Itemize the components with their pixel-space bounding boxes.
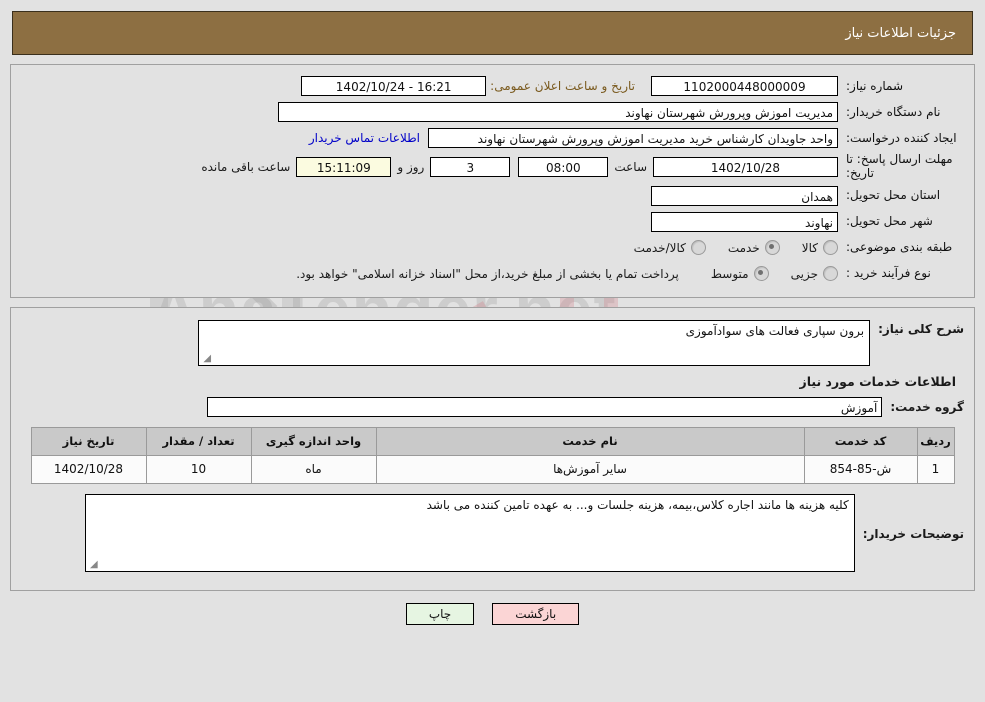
- back-button[interactable]: بازگشت: [492, 602, 580, 625]
- cell-need-date: 1402/10/28: [30, 454, 147, 484]
- th-unit: واحد اندازه گیری: [250, 426, 377, 456]
- hour-label: ساعت: [614, 159, 647, 174]
- requester-field[interactable]: واحد جاویدان کارشناس خرید مدیریت اموزش و…: [428, 128, 838, 148]
- service-group-label: گروه خدمت:: [890, 399, 964, 414]
- need-info-panel: شماره نیاز: 1102000448000009 تاریخ و ساع…: [10, 64, 975, 298]
- table-row: 1 ش-85-854 سایر آموزش‌ها ماه 10 1402/10/…: [30, 454, 955, 484]
- print-button[interactable]: چاپ: [405, 602, 475, 625]
- row-service-group: گروه خدمت: آموزش: [21, 396, 964, 417]
- row-need-number: شماره نیاز: 1102000448000009 تاریخ و ساع…: [21, 75, 964, 97]
- city-field[interactable]: نهاوند: [651, 211, 838, 232]
- deadline-date-field[interactable]: 1402/10/28: [653, 156, 838, 177]
- page-root: جزئیات اطلاعات نیاز شماره نیاز: 11020004…: [0, 11, 985, 625]
- buyer-notes-label: توضیحات خریدار:: [862, 526, 964, 541]
- general-description-label: شرح کلی نیاز:: [878, 321, 964, 336]
- category-option-label: کالا: [801, 240, 818, 255]
- resize-grip-icon[interactable]: ◢: [88, 559, 98, 570]
- buyer-org-label: نام دستگاه خریدار:: [846, 104, 941, 119]
- deadline-label: مهلت ارسال پاسخ: تا تاریخ:: [846, 152, 953, 180]
- radio-icon-selected[interactable]: [753, 266, 769, 282]
- general-description-value: برون سپاری فعالت های سوادآموزی: [685, 323, 865, 338]
- public-announce-field[interactable]: 16:21 - 1402/10/24: [301, 76, 487, 96]
- row-province: استان محل تحویل: همدان: [21, 185, 964, 207]
- radio-icon[interactable]: [823, 240, 838, 256]
- category-option-label: کالا/خدمت: [633, 240, 686, 255]
- public-announce-label: تاریخ و ساعت اعلان عمومی:: [490, 79, 635, 93]
- province-label: استان محل تحویل:: [846, 188, 941, 203]
- service-group-field[interactable]: آموزش: [207, 396, 883, 417]
- category-radio-group: کالا خدمت کالا/خدمت: [612, 240, 838, 256]
- category-label: طبقه بندی موضوعی:: [846, 240, 953, 255]
- need-number-label: شماره نیاز:: [846, 78, 903, 93]
- footer-actions: بازگشت چاپ: [0, 602, 985, 625]
- cell-row: 1: [916, 454, 955, 484]
- remaining-label: ساعت باقی مانده: [201, 159, 291, 174]
- remaining-days-field: 3: [430, 156, 511, 177]
- row-general-description: شرح کلی نیاز: برون سپاری فعالت های سوادآ…: [21, 319, 964, 366]
- row-deadline: مهلت ارسال پاسخ: تا تاریخ: 1402/10/28 سا…: [21, 152, 964, 181]
- province-field[interactable]: همدان: [651, 185, 838, 206]
- services-heading: اطلاعات خدمات مورد نیاز: [799, 373, 957, 389]
- process-option-motavaset[interactable]: متوسط: [710, 266, 769, 282]
- th-service-name: نام خدمت: [375, 426, 805, 456]
- row-process: نوع فرآیند خرید : جزیی متوسط پرداخت تمام…: [21, 263, 964, 285]
- cell-service-code: ش-85-854: [803, 454, 918, 484]
- process-label: نوع فرآیند خرید :: [846, 266, 931, 281]
- row-buyer-notes: توضیحات خریدار: کلیه هزینه ها مانند اجار…: [21, 493, 964, 572]
- payment-note: پرداخت تمام یا بخشی از مبلغ خرید،از محل …: [296, 266, 679, 281]
- general-description-textarea[interactable]: برون سپاری فعالت های سوادآموزی ◢: [198, 319, 871, 366]
- radio-icon[interactable]: [823, 266, 838, 282]
- buyer-org-field[interactable]: مدیریت اموزش وپرورش شهرستان نهاوند: [278, 102, 838, 122]
- th-row: ردیف: [916, 426, 955, 456]
- radio-icon[interactable]: [690, 240, 706, 256]
- category-option-khedmat[interactable]: خدمت: [727, 240, 780, 256]
- category-option-kala-khedmat[interactable]: کالا/خدمت: [633, 240, 706, 256]
- deadline-time-field[interactable]: 08:00: [518, 156, 609, 177]
- cell-service-name: سایر آموزش‌ها: [375, 454, 805, 484]
- page-title: جزئیات اطلاعات نیاز: [845, 25, 956, 41]
- cell-quantity: 10: [145, 454, 252, 484]
- buyer-notes-value: کلیه هزینه ها مانند اجاره کلاس،بیمه، هزی…: [426, 497, 849, 512]
- th-service-code: کد خدمت: [803, 426, 918, 456]
- city-label: شهر محل تحویل:: [846, 214, 933, 229]
- row-city: شهر محل تحویل: نهاوند: [21, 211, 964, 233]
- requester-label: ایجاد کننده درخواست:: [846, 130, 957, 145]
- process-radio-group: جزیی متوسط: [689, 266, 838, 282]
- cell-unit: ماه: [250, 454, 377, 484]
- process-option-label: جزیی: [790, 266, 818, 281]
- buyer-contact-link[interactable]: اطلاعات تماس خریدار: [301, 131, 428, 145]
- countdown-field: 15:11:09: [296, 156, 392, 177]
- row-requester: ایجاد کننده درخواست: واحد جاویدان کارشنا…: [21, 127, 964, 149]
- page-header: جزئیات اطلاعات نیاز: [12, 11, 973, 55]
- category-option-kala[interactable]: کالا: [801, 240, 838, 256]
- process-option-jozii[interactable]: جزیی: [790, 266, 838, 282]
- resize-grip-icon[interactable]: ◢: [201, 353, 211, 364]
- category-option-label: خدمت: [727, 240, 760, 255]
- service-details-panel: شرح کلی نیاز: برون سپاری فعالت های سوادآ…: [10, 306, 975, 591]
- th-quantity: تعداد / مقدار: [145, 426, 252, 456]
- radio-icon-selected[interactable]: [764, 240, 780, 256]
- process-option-label: متوسط: [710, 266, 749, 281]
- days-label: روز و: [397, 159, 425, 174]
- need-number-field[interactable]: 1102000448000009: [651, 76, 838, 96]
- th-need-date: تاریخ نیاز: [30, 426, 147, 456]
- services-table: ردیف کد خدمت نام خدمت واحد اندازه گیری ت…: [30, 426, 955, 484]
- buyer-notes-textarea[interactable]: کلیه هزینه ها مانند اجاره کلاس،بیمه، هزی…: [84, 493, 855, 572]
- table-header-row: ردیف کد خدمت نام خدمت واحد اندازه گیری ت…: [30, 426, 955, 456]
- row-buyer-org: نام دستگاه خریدار: مدیریت اموزش وپرورش ش…: [21, 101, 964, 123]
- row-category: طبقه بندی موضوعی: کالا خدمت کالا/خدمت: [21, 237, 964, 259]
